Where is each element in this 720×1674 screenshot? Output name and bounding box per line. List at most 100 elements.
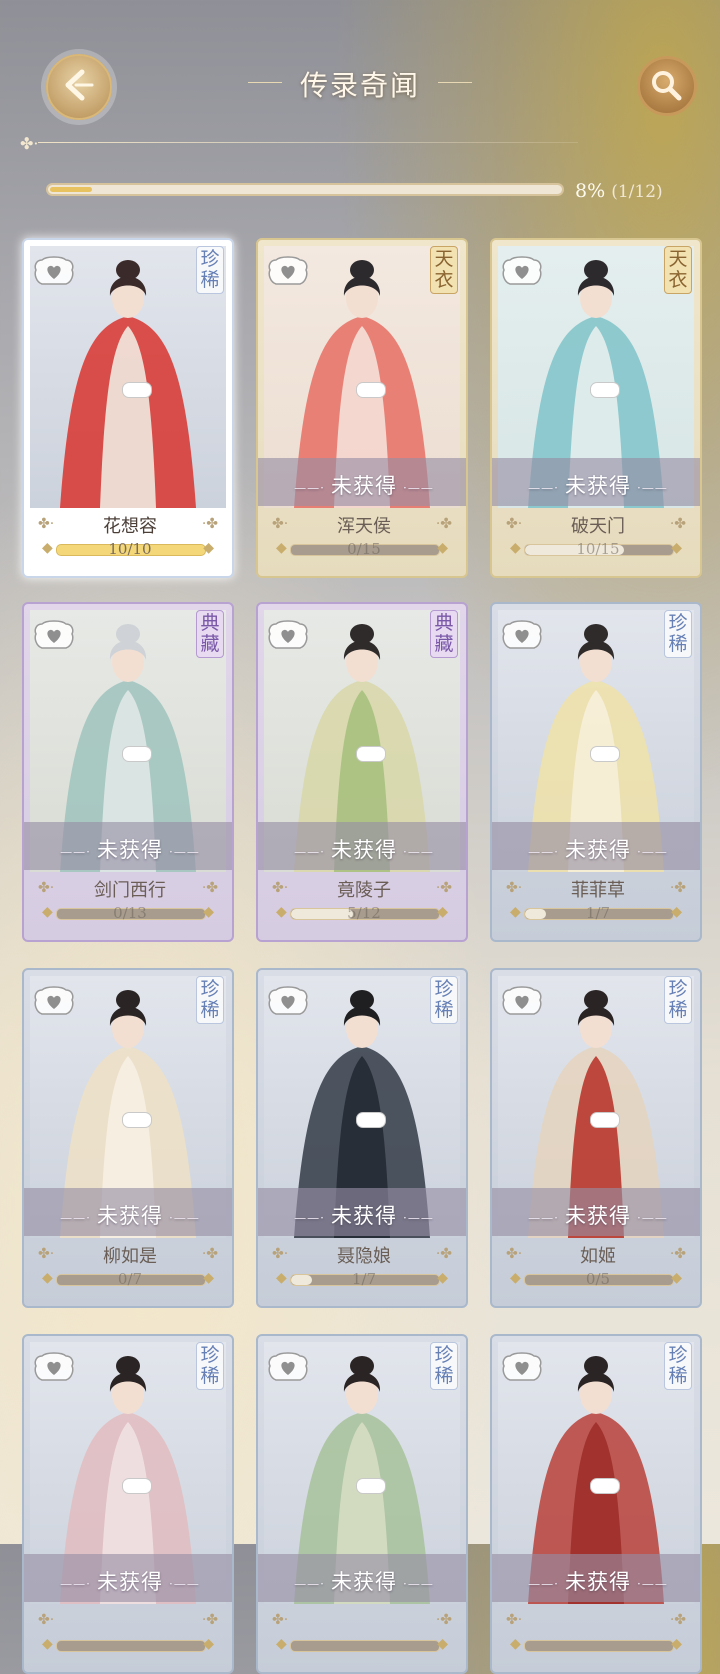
header: 传录奇闻 ✤· 8% (1/12) [0,0,720,210]
outfit-tag-icon [590,1112,620,1128]
progress-percent: 8% [575,180,606,202]
rarity-badge: 天衣 [430,246,458,294]
rarity-badge: 珍稀 [664,976,692,1024]
name-ornament-right: ·✤ [435,1246,452,1262]
outfit-tag-icon [356,746,386,762]
character-card[interactable]: 天衣 未获得 ✤· 浑天侯 ·✤ ◆ ◆ 0/15 [256,238,468,578]
locked-label: 未获得 [492,834,700,864]
character-card[interactable]: 珍稀 ✤· 花想容 ·✤ ◆ ◆ 10/10 [22,238,234,578]
favorite-heart-icon[interactable] [34,254,74,290]
bar-cap-left: ◆ [276,1636,287,1652]
character-card[interactable]: 珍稀 未获得 ✤· ·✤ ◆ ◆ [22,1334,234,1674]
favorite-heart-icon[interactable] [502,984,542,1020]
favorite-heart-icon[interactable] [34,984,74,1020]
name-ornament-left: ✤· [506,1612,523,1628]
outfit-tag-icon [590,746,620,762]
name-ornament-right: ·✤ [669,1612,686,1628]
shard-count: 0/7 [117,1270,143,1288]
progress-count: (1/12) [611,182,663,202]
favorite-heart-icon[interactable] [268,1350,308,1386]
favorite-heart-icon[interactable] [34,618,74,654]
character-card[interactable]: 珍稀 未获得 ✤· 菲菲草 ·✤ ◆ ◆ 1/7 [490,602,702,942]
locked-label: 未获得 [258,1566,466,1596]
shard-count: 0/5 [585,1270,611,1288]
favorite-heart-icon[interactable] [502,254,542,290]
locked-label: 未获得 [24,1566,232,1596]
outfit-tag-icon [122,382,152,398]
shard-count: 1/7 [351,1270,377,1288]
character-card[interactable]: 珍稀 未获得 ✤· 如姬 ·✤ ◆ ◆ 0/5 [490,968,702,1308]
locked-label: 未获得 [492,1566,700,1596]
rarity-badge: 珍稀 [664,1342,692,1390]
title-ornament-right [438,82,472,83]
bar-cap-right: ◆ [437,1636,448,1652]
shard-progress-bar [524,1640,674,1652]
rarity-badge: 典藏 [430,610,458,658]
bar-cap-right: ◆ [671,1636,682,1652]
name-ornament-left: ✤· [38,1612,55,1628]
character-card[interactable]: 珍稀 未获得 ✤· 柳如是 ·✤ ◆ ◆ 0/7 [22,968,234,1308]
page-title: 传录奇闻 [299,69,420,102]
outfit-tag-icon [590,382,620,398]
outfit-tag-icon [356,382,386,398]
character-card[interactable]: 典藏 未获得 ✤· 剑门西行 ·✤ ◆ ◆ 0/13 [22,602,234,942]
shard-progress-bar [56,1640,206,1652]
shard-count: 5/12 [347,904,381,922]
favorite-heart-icon[interactable] [268,984,308,1020]
outfit-tag-icon [356,1478,386,1494]
name-ornament-right: ·✤ [669,880,686,896]
locked-label: 未获得 [492,1200,700,1230]
name-ornament-right: ·✤ [201,516,218,532]
rarity-badge: 珍稀 [196,1342,224,1390]
divider-ornament: ✤· [20,134,39,153]
locked-label: 未获得 [492,470,700,500]
rarity-badge: 珍稀 [430,976,458,1024]
shard-count: 0/13 [113,904,147,922]
favorite-heart-icon[interactable] [502,618,542,654]
outfit-tag-icon [590,1478,620,1494]
favorite-heart-icon[interactable] [34,1350,74,1386]
name-ornament-right: ·✤ [201,1612,218,1628]
shard-count: 1/7 [585,904,611,922]
character-card[interactable]: 天衣 未获得 ✤· 破天门 ·✤ ◆ ◆ 10/15 [490,238,702,578]
rarity-badge: 珍稀 [664,610,692,658]
shard-count: 0/15 [347,540,381,558]
favorite-heart-icon[interactable] [268,254,308,290]
outfit-tag-icon [356,1112,386,1128]
rarity-badge: 珍稀 [196,246,224,294]
name-ornament-right: ·✤ [201,880,218,896]
character-card[interactable]: 珍稀 未获得 ✤· 聂隐娘 ·✤ ◆ ◆ 1/7 [256,968,468,1308]
search-icon [652,71,682,101]
bar-cap-left: ◆ [510,1636,521,1652]
favorite-heart-icon[interactable] [502,1350,542,1386]
locked-label: 未获得 [258,834,466,864]
rarity-badge: 典藏 [196,610,224,658]
name-ornament-right: ·✤ [435,1612,452,1628]
name-ornament-left: ✤· [272,1612,289,1628]
collection-progress-bar [46,183,564,196]
character-card[interactable]: 典藏 未获得 ✤· 竟陵子 ·✤ ◆ ◆ 5/12 [256,602,468,942]
locked-label: 未获得 [258,1200,466,1230]
shard-count: 10/15 [576,540,620,558]
locked-label: 未获得 [24,834,232,864]
locked-label: 未获得 [24,1200,232,1230]
name-ornament-right: ·✤ [435,880,452,896]
character-card[interactable]: 珍稀 未获得 ✤· ·✤ ◆ ◆ [256,1334,468,1674]
rarity-badge: 天衣 [664,246,692,294]
locked-label: 未获得 [258,470,466,500]
outfit-tag-icon [122,1112,152,1128]
outfit-tag-icon [122,1478,152,1494]
shard-progress-bar [290,1640,440,1652]
rarity-badge: 珍稀 [196,976,224,1024]
name-ornament-right: ·✤ [669,1246,686,1262]
character-card[interactable]: 珍稀 未获得 ✤· ·✤ ◆ ◆ [490,1334,702,1674]
outfit-tag-icon [122,746,152,762]
bar-cap-left: ◆ [42,1636,53,1652]
name-ornament-right: ·✤ [669,516,686,532]
shard-count: 10/10 [108,540,152,558]
collection-progress-text: 8% (1/12) [575,180,663,202]
favorite-heart-icon[interactable] [268,618,308,654]
name-ornament-right: ·✤ [201,1246,218,1262]
search-button[interactable] [637,56,697,116]
header-divider [38,142,578,143]
